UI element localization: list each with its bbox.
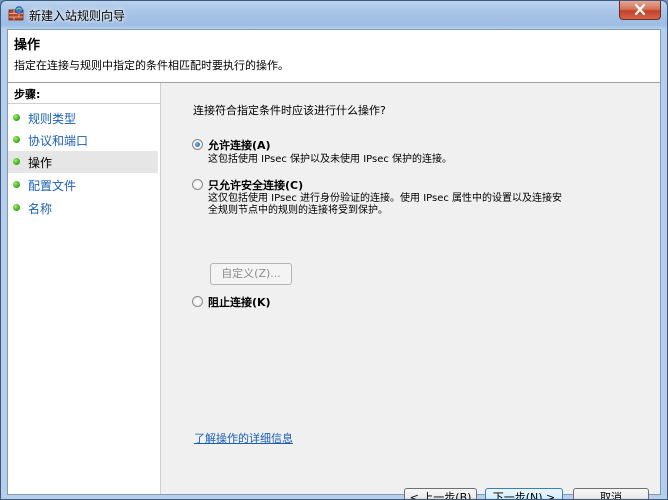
- allow-connection-radio[interactable]: [192, 139, 203, 150]
- allow-secure-connection-description-line2: 全规则节点中的规则的连接将受到保护。: [208, 205, 388, 216]
- sidebar-item-profile[interactable]: 配置文件: [8, 174, 158, 196]
- green-dot-icon: [13, 158, 20, 165]
- sidebar-item-action[interactable]: 操作: [8, 151, 158, 173]
- title-bar[interactable]: 新建入站规则向导: [1, 1, 667, 29]
- block-connection-label[interactable]: 阻止连接(K): [208, 294, 271, 310]
- allow-secure-connection-label[interactable]: 只允许安全连接(C): [208, 177, 303, 193]
- firewall-icon: [8, 6, 24, 22]
- steps-divider: [8, 103, 160, 104]
- block-connection-radio[interactable]: [192, 296, 203, 307]
- allow-connection-description: 这包括使用 IPsec 保护以及未使用 IPsec 保护的连接。: [208, 154, 453, 165]
- allow-secure-connection-radio[interactable]: [192, 179, 203, 190]
- page-description: 指定在连接与规则中指定的条件相匹配时要执行的操作。: [14, 59, 289, 72]
- next-button[interactable]: 下一步(N) >: [485, 488, 563, 499]
- cancel-button[interactable]: 取消: [573, 488, 649, 499]
- close-button[interactable]: [619, 1, 661, 20]
- wizard-window: 新建入站规则向导 操作 指定在连接与规则中指定的条件相匹配时要执行的操作。 步骤…: [0, 0, 668, 500]
- steps-label: 步骤:: [14, 88, 41, 101]
- allow-connection-label[interactable]: 允许连接(A): [208, 137, 271, 153]
- sidebar-item-label: 操作: [28, 156, 53, 170]
- sidebar-item-label: 协议和端口: [28, 134, 89, 148]
- customize-button[interactable]: 自定义(Z)...: [210, 263, 292, 285]
- sidebar-item-name[interactable]: 名称: [8, 197, 158, 219]
- page-title: 操作: [14, 38, 41, 53]
- sidebar-item-protocol-and-ports[interactable]: 协议和端口: [8, 129, 158, 151]
- main-panel: 连接符合指定条件时应该进行什么操作? 允许连接(A) 这包括使用 IPsec 保…: [161, 83, 660, 499]
- back-button[interactable]: < 上一步(B): [404, 488, 477, 499]
- sidebar-item-label: 规则类型: [28, 112, 77, 126]
- learn-more-link[interactable]: 了解操作的详细信息: [194, 430, 293, 446]
- allow-secure-connection-description-line1: 这仅包括使用 IPsec 进行身份验证的连接。使用 IPsec 属性中的设置以及…: [208, 193, 563, 204]
- sidebar-item-label: 名称: [28, 202, 53, 216]
- green-dot-icon: [13, 204, 20, 211]
- green-dot-icon: [13, 136, 20, 143]
- action-question: 连接符合指定条件时应该进行什么操作?: [193, 104, 386, 117]
- steps-sidebar: 步骤: 规则类型 协议和端口 操作 配置文件 名称: [8, 83, 161, 494]
- wizard-client-area: 操作 指定在连接与规则中指定的条件相匹配时要执行的操作。 步骤: 规则类型 协议…: [7, 29, 661, 499]
- wizard-header: 操作 指定在连接与规则中指定的条件相匹配时要执行的操作。: [8, 30, 660, 83]
- sidebar-item-rule-type[interactable]: 规则类型: [8, 107, 158, 129]
- sidebar-item-label: 配置文件: [28, 179, 77, 193]
- green-dot-icon: [13, 181, 20, 188]
- close-icon: [634, 4, 646, 15]
- green-dot-icon: [13, 114, 20, 121]
- window-title: 新建入站规则向导: [29, 9, 126, 23]
